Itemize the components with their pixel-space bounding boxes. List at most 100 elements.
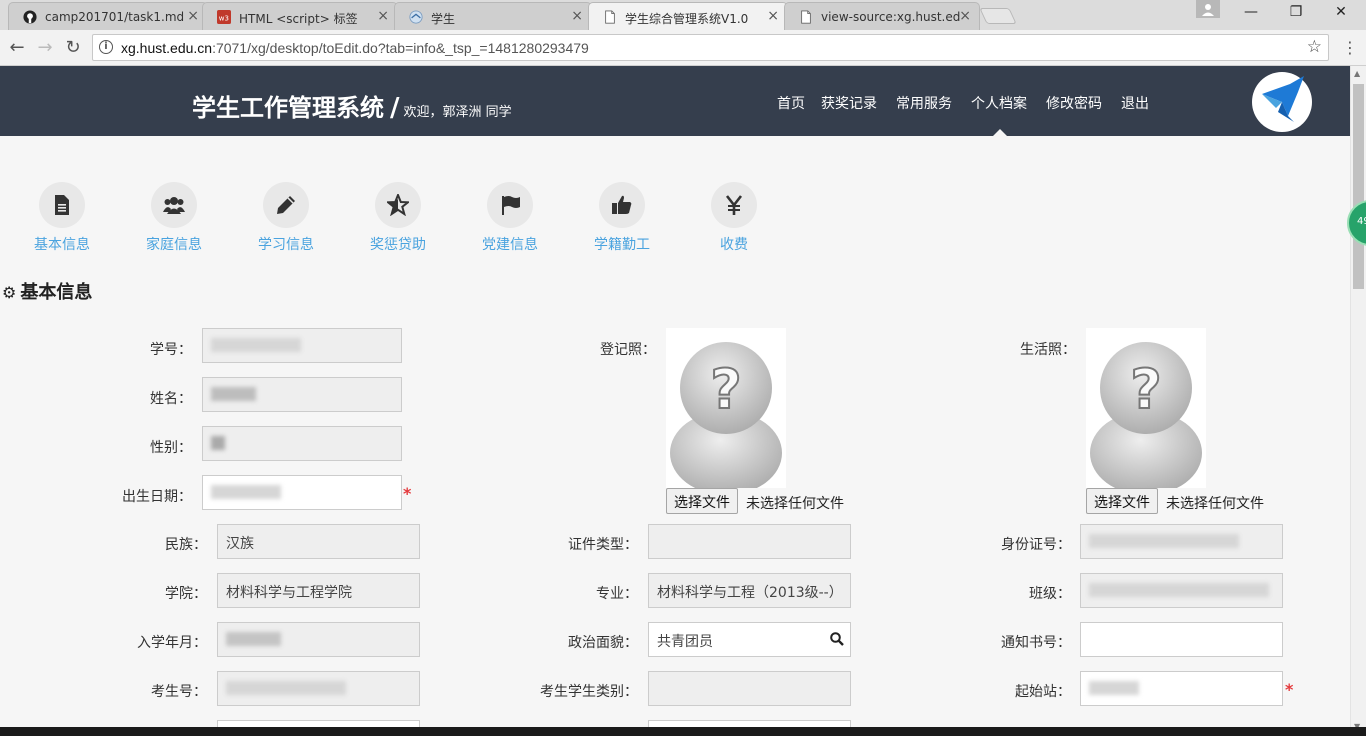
student-id-field <box>202 328 402 363</box>
star-icon <box>387 194 409 216</box>
category-status-work[interactable]: 学籍勤工 <box>572 182 672 254</box>
birth-date-label: 出生日期： <box>122 489 192 505</box>
tab-title: 学生综合管理系统V1.0 <box>625 12 749 26</box>
name-field <box>202 377 402 412</box>
category-study-info[interactable]: 学习信息 <box>236 182 336 254</box>
category-label: 党建信息 <box>482 237 538 253</box>
nav-change-password[interactable]: 修改密码 <box>1046 93 1102 113</box>
class-label: 班级： <box>1029 586 1071 602</box>
users-icon <box>163 197 185 214</box>
reg-photo-file-status: 未选择任何文件 <box>746 496 844 512</box>
notice-no-label: 通知书号： <box>1001 635 1071 651</box>
category-family-info[interactable]: 家庭信息 <box>124 182 224 254</box>
browser-tab-github[interactable]: camp201701/task1.md × <box>8 2 208 30</box>
svg-text:?: ? <box>710 358 741 421</box>
thumbs-up-icon <box>612 195 632 214</box>
info-icon[interactable]: i <box>99 40 113 54</box>
ethnicity-label: 民族： <box>165 537 207 553</box>
nav-home[interactable]: 首页 <box>777 93 805 113</box>
class-field <box>1080 573 1283 608</box>
political-value: 共青团员 <box>657 634 713 650</box>
gears-icon: ⚙ <box>2 283 17 302</box>
id-type-field <box>648 524 851 559</box>
bird-logo-icon[interactable] <box>1252 72 1312 132</box>
document-icon <box>55 195 69 215</box>
required-mark: * <box>403 484 412 503</box>
github-icon <box>23 10 37 24</box>
site-title: 学生工作管理系统 <box>192 94 384 122</box>
category-awards-aid[interactable]: 奖惩贷助 <box>348 182 448 254</box>
close-window-icon[interactable]: ✕ <box>1326 4 1356 20</box>
browser-tab-active[interactable]: 学生综合管理系统V1.0 × <box>588 2 788 30</box>
close-icon[interactable]: × <box>187 8 199 24</box>
exam-no-label: 考生号： <box>151 684 207 700</box>
page-icon <box>605 10 615 24</box>
tab-title: view-source:xg.hust.ed <box>821 10 961 24</box>
category-party-info[interactable]: 党建信息 <box>460 182 560 254</box>
forward-icon[interactable]: → <box>34 38 56 58</box>
category-label: 学籍勤工 <box>594 237 650 253</box>
nav-profile[interactable]: 个人档案 <box>971 93 1027 113</box>
category-label: 家庭信息 <box>146 237 202 253</box>
birth-date-input[interactable] <box>202 475 402 510</box>
origin-station-input[interactable] <box>1080 671 1283 706</box>
close-icon[interactable]: × <box>571 8 583 24</box>
nav-services[interactable]: 常用服务 <box>896 93 952 113</box>
scroll-thumb[interactable] <box>1353 84 1364 289</box>
yen-icon <box>725 195 743 215</box>
reg-photo-placeholder: ? <box>666 328 786 495</box>
browser-tab-student[interactable]: 学生 × <box>394 2 592 30</box>
nav-awards[interactable]: 获奖记录 <box>821 93 877 113</box>
restore-icon[interactable]: ❐ <box>1281 4 1311 20</box>
page-scrollbar[interactable]: ▲ ▼ <box>1350 66 1366 736</box>
life-photo-label: 生活照： <box>1020 342 1076 358</box>
enroll-date-field <box>217 622 420 657</box>
reg-photo-choose-file-button[interactable]: 选择文件 <box>666 488 738 514</box>
political-select[interactable]: 共青团员 <box>648 622 851 657</box>
new-tab-button[interactable] <box>979 8 1017 24</box>
svg-text:w3: w3 <box>219 15 229 23</box>
college-label: 学院： <box>165 586 207 602</box>
exam-type-label: 考生学生类别： <box>540 684 638 700</box>
close-icon[interactable]: × <box>767 8 779 24</box>
gender-label: 性别： <box>150 440 192 456</box>
site-header: 学生工作管理系统 / 欢迎，郭泽洲 同学 首页 获奖记录 常用服务 个人档案 修改密… <box>0 66 1350 136</box>
title-separator: / <box>390 93 400 123</box>
nav-logout[interactable]: 退出 <box>1121 93 1149 113</box>
bookmark-star-icon[interactable]: ☆ <box>1307 37 1322 57</box>
page-content: 学生工作管理系统 / 欢迎，郭泽洲 同学 首页 获奖记录 常用服务 个人档案 修改密… <box>0 66 1350 736</box>
browser-menu-icon[interactable]: ⋮ <box>1342 38 1358 57</box>
section-title: ⚙ 基本信息 <box>2 282 93 303</box>
close-icon[interactable]: × <box>959 8 971 24</box>
scroll-up-icon[interactable]: ▲ <box>1354 69 1360 78</box>
url-input[interactable]: i xg.hust.edu.cn:7071/xg/desktop/toEdit.… <box>92 34 1329 61</box>
search-icon[interactable] <box>830 632 844 646</box>
minimize-icon[interactable]: — <box>1236 4 1266 20</box>
reload-icon[interactable]: ↻ <box>62 38 84 58</box>
category-basic-info[interactable]: 基本信息 <box>12 182 112 254</box>
major-field: 材料科学与工程（2013级--） <box>648 573 851 608</box>
os-taskbar <box>0 727 1366 736</box>
page-icon <box>801 10 811 24</box>
category-fees[interactable]: 收费 <box>684 182 784 254</box>
unknown-person-icon: ? <box>670 342 782 495</box>
notice-no-input[interactable] <box>1080 622 1283 657</box>
flag-icon <box>502 196 520 215</box>
gender-field <box>202 426 402 461</box>
back-icon[interactable]: ← <box>6 38 28 58</box>
life-photo-file-status: 未选择任何文件 <box>1166 496 1264 512</box>
major-label: 专业： <box>596 586 638 602</box>
tab-title: camp201701/task1.md <box>45 10 185 24</box>
browser-tab-bar: camp201701/task1.md × w3 HTML <script> 标… <box>0 0 1366 30</box>
browser-tab-view-source[interactable]: view-source:xg.hust.ed × <box>784 2 980 30</box>
ethnicity-field: 汉族 <box>217 524 420 559</box>
active-nav-indicator <box>993 129 1007 136</box>
life-photo-placeholder: ? <box>1086 328 1206 495</box>
life-photo-choose-file-button[interactable]: 选择文件 <box>1086 488 1158 514</box>
browser-tab-w3school[interactable]: w3 HTML <script> 标签 × <box>202 2 398 30</box>
close-icon[interactable]: × <box>377 8 389 24</box>
unknown-person-icon: ? <box>1090 342 1202 495</box>
enroll-date-label: 入学年月： <box>137 635 207 651</box>
required-mark: * <box>1285 680 1294 699</box>
user-profile-icon[interactable] <box>1196 0 1220 18</box>
